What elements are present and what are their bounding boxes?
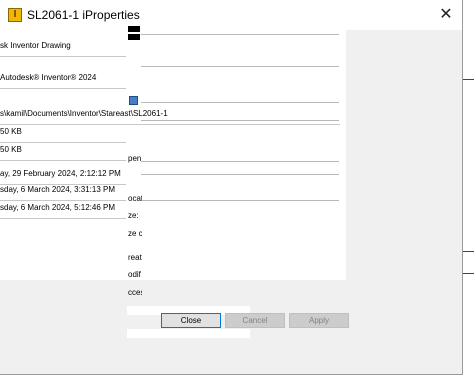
location-value[interactable]: s\kamil\Documents\Inventor\Stareast\SL20… [0, 108, 340, 125]
size-value: 50 KB [0, 126, 126, 143]
properties-panel: sk Inventor Drawing Autodesk® Inventor® … [0, 26, 346, 280]
opens-with-value: Autodesk® Inventor® 2024 [0, 72, 126, 89]
close-button[interactable]: Close [161, 313, 221, 328]
size-label: ze: [128, 211, 139, 220]
background-line [463, 273, 474, 274]
created-value: ay, 29 February 2024, 2:12:12 PM [0, 168, 126, 185]
file-type-value: sk Inventor Drawing [0, 40, 126, 57]
created-label: reat [128, 253, 142, 262]
close-icon[interactable]: ✕ [436, 6, 456, 24]
accessed-label: cces [128, 288, 142, 297]
size-on-disk-label: ze c [128, 229, 142, 238]
cancel-button[interactable]: Cancel [225, 313, 285, 328]
file-icon-block [128, 26, 140, 32]
modified-label: odif [128, 270, 141, 279]
divider [141, 200, 339, 201]
title-bar: I SL2061-1 iProperties ✕ [0, 0, 462, 30]
divider [141, 161, 339, 162]
apply-button[interactable]: Apply [289, 313, 349, 328]
background-line [463, 251, 474, 252]
divider [141, 120, 339, 121]
location-label: ocat [128, 194, 142, 203]
window-title: SL2061-1 iProperties [27, 8, 140, 22]
app-small-icon [129, 96, 138, 105]
size-on-disk-value: 50 KB [0, 144, 126, 161]
iproperties-dialog: I SL2061-1 iProperties ✕ sk Inventor Dra… [0, 0, 463, 375]
accessed-value: sday, 6 March 2024, 5:12:46 PM [0, 202, 126, 219]
divider [141, 34, 339, 35]
modified-value: sday, 6 March 2024, 3:31:13 PM [0, 184, 126, 201]
divider [141, 66, 339, 67]
screen: I SL2061-1 iProperties ✕ sk Inventor Dra… [0, 0, 474, 379]
background-line [463, 79, 474, 80]
inventor-app-icon: I [8, 8, 22, 22]
divider [141, 174, 339, 175]
opens-label: pen [128, 154, 142, 163]
divider [141, 102, 339, 103]
overlay-strip [127, 329, 250, 338]
file-icon-block [128, 34, 140, 40]
